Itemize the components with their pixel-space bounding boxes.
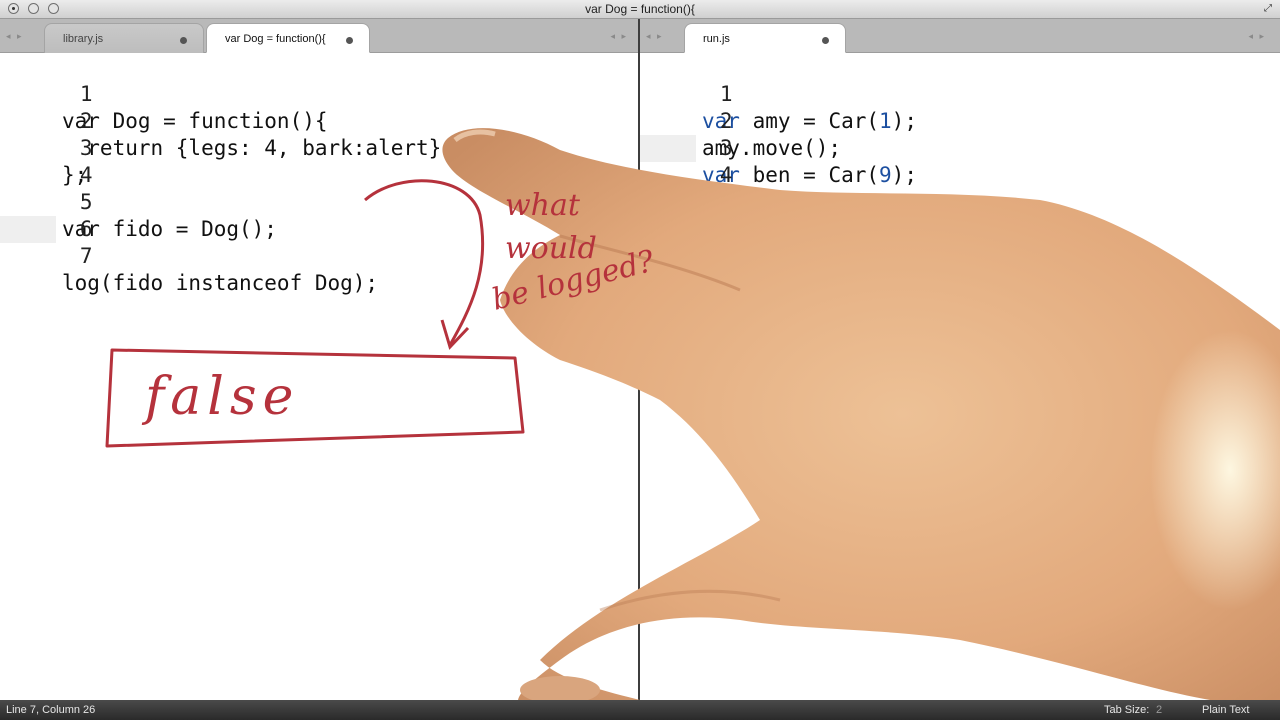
line-number: 5	[79, 190, 93, 214]
unsaved-dot-icon[interactable]	[346, 37, 353, 44]
syntax-mode[interactable]: Plain Text	[1202, 704, 1250, 716]
code-text: log(fido instanceof Dog);	[62, 271, 379, 295]
right-tab-bar: ◂ ▸ run.js ◂ ▸	[640, 19, 1280, 53]
tab-library-js[interactable]: library.js	[44, 23, 204, 53]
left-editor[interactable]: 1 var Dog = function(){ 2 return {legs: …	[0, 53, 638, 700]
line-number: 1	[719, 82, 733, 106]
code-fragment: ben = Car(	[739, 163, 880, 187]
status-bar: Line 7, Column 26 Tab Size: 2 Plain Text	[0, 700, 1280, 720]
tab-label: var Dog = function(){	[225, 33, 326, 45]
code-text: ben.move();	[702, 190, 842, 214]
window-titlebar: var Dog = function(){ ⤢	[0, 0, 1280, 19]
code-line[interactable]: 2 return {legs: 4, bark:alert};	[0, 81, 454, 160]
code-line[interactable]: 4	[0, 135, 93, 187]
line-number: 3	[79, 136, 93, 160]
code-text: var fido = Dog();	[62, 217, 277, 241]
line-number: 4	[719, 163, 733, 187]
code-line[interactable]: 7 log(fido instanceof Dog);	[0, 216, 378, 295]
right-editor[interactable]: 1 var amy = Car(1); 2 amy.move(); 3 var …	[640, 53, 1280, 700]
unsaved-dot-icon[interactable]	[822, 37, 829, 44]
tab-scroll-arrows-icon[interactable]: ◂ ▸	[646, 31, 664, 42]
tab-label: run.js	[703, 33, 730, 45]
line-number: 2	[79, 109, 93, 133]
tab-scroll-arrows-icon[interactable]: ◂ ▸	[610, 31, 628, 42]
code-line[interactable]: 3 var ben = Car(9);	[640, 108, 917, 187]
line-number: 4	[79, 163, 93, 187]
window-title: var Dog = function(){	[585, 2, 695, 16]
code-text: var Dog = function(){	[62, 109, 328, 133]
code-line[interactable]: 5 var fido = Dog();	[0, 162, 277, 241]
line-number: 1	[79, 82, 93, 106]
code-text: var amy = Car(1);	[702, 108, 917, 135]
code-fragment: amy = Car(	[739, 109, 880, 133]
code-line[interactable]: 2 amy.move();	[640, 81, 841, 160]
code-text: var ben = Car(9);	[702, 162, 917, 189]
number-literal: 1	[879, 109, 892, 133]
line-number: 2	[719, 109, 733, 133]
tab-scroll-arrows-icon[interactable]: ◂ ▸	[1248, 31, 1266, 42]
line-number: 6	[79, 217, 93, 241]
code-text: return {legs: 4, bark:alert};	[62, 136, 454, 160]
unsaved-dot-icon[interactable]	[180, 37, 187, 44]
number-literal: 9	[879, 163, 892, 187]
pane-divider[interactable]	[638, 19, 640, 700]
left-tab-bar: ◂ ▸ library.js var Dog = function(){ ◂ ▸	[0, 19, 638, 53]
tab-var-dog[interactable]: var Dog = function(){	[206, 23, 370, 53]
tab-size-value[interactable]: 2	[1156, 704, 1162, 716]
code-line[interactable]: 3 };	[0, 108, 93, 187]
code-fragment: );	[891, 109, 917, 133]
code-fragment: );	[891, 163, 917, 187]
code-line[interactable]: 4 ben.move();	[640, 135, 841, 214]
line-number: 7	[79, 244, 93, 268]
tab-size-label[interactable]: Tab Size:	[1104, 704, 1149, 716]
tab-run-js[interactable]: run.js	[684, 23, 846, 53]
tab-label: library.js	[63, 33, 104, 45]
line-number: 3	[719, 136, 733, 160]
fullscreen-icon[interactable]: ⤢	[1262, 3, 1274, 15]
code-line[interactable]: 1 var Dog = function(){	[0, 54, 328, 133]
code-line[interactable]: 1 var amy = Car(1);	[640, 54, 917, 133]
tab-scroll-arrows-icon[interactable]: ◂ ▸	[6, 31, 24, 42]
cursor-position: Line 7, Column 26	[6, 704, 96, 716]
code-line[interactable]: 6	[0, 189, 93, 241]
